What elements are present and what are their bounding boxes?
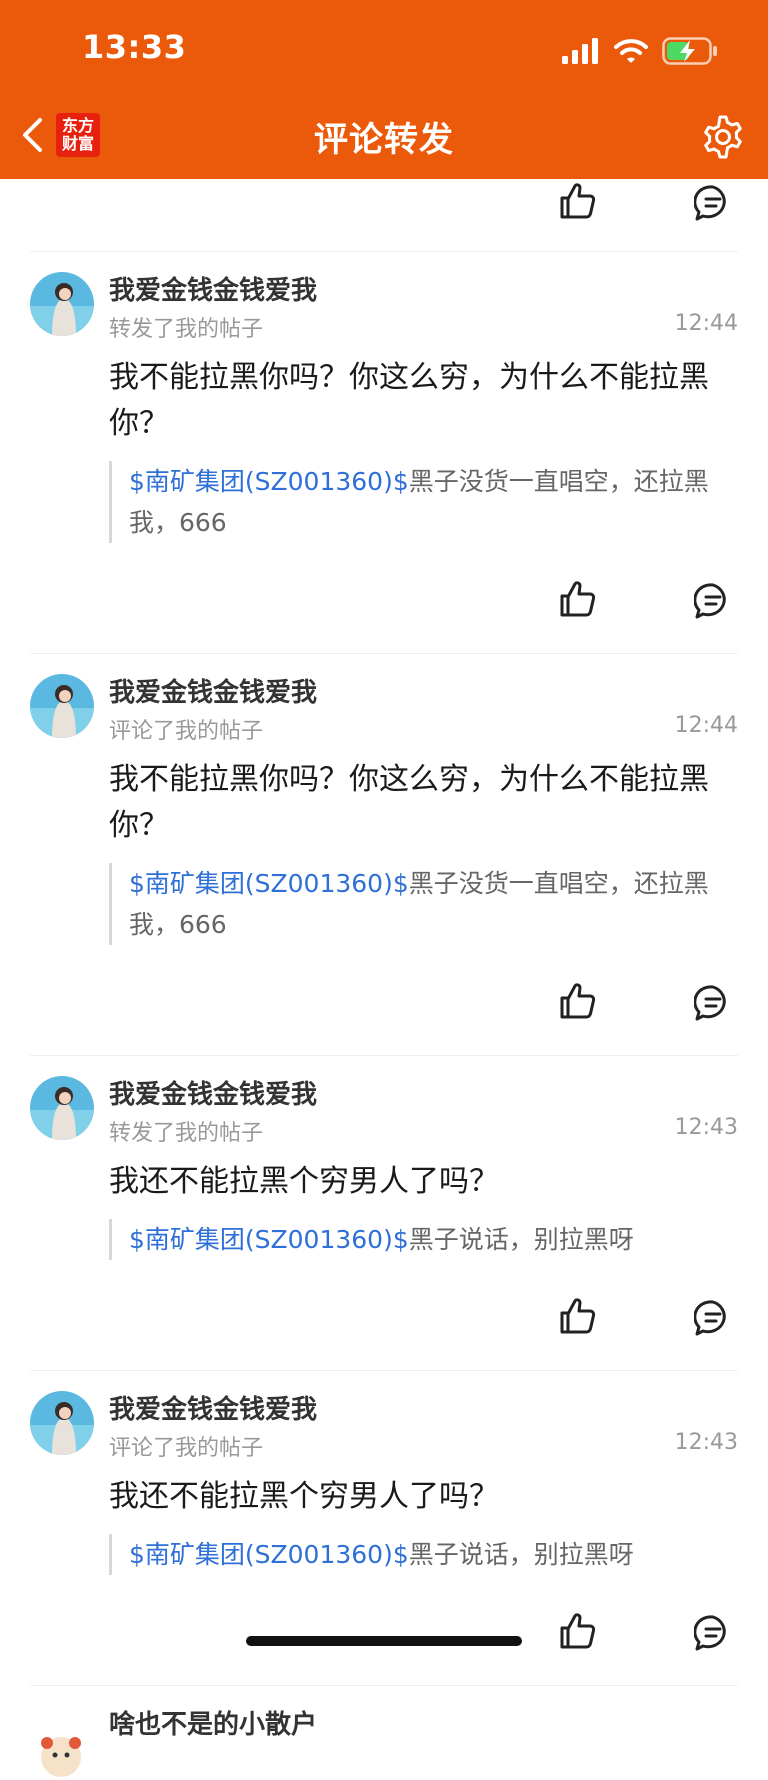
quoted-post[interactable]: $南矿集团(SZ001360)$黑子说话，别拉黑呀 bbox=[109, 1219, 738, 1260]
cellular-signal-icon bbox=[562, 38, 598, 64]
post-time: 12:43 bbox=[674, 1115, 738, 1140]
quoted-post[interactable]: $南矿集团(SZ001360)$黑子没货一直唱空，还拉黑我，666 bbox=[109, 461, 738, 543]
post-time: 12:44 bbox=[674, 713, 738, 738]
battery-charging-icon bbox=[662, 37, 717, 65]
post-time: 12:44 bbox=[674, 311, 738, 336]
list-item[interactable]: 我爱金钱金钱爱我 转发了我的帖子 12:43 我还不能拉黑个穷男人了吗？ $南矿… bbox=[30, 1056, 738, 1371]
avatar[interactable] bbox=[30, 674, 94, 738]
app-header: 13:33 东方 财富 评论转发 bbox=[0, 0, 768, 179]
stock-link[interactable]: $南矿集团(SZ001360)$ bbox=[129, 467, 409, 496]
thumbs-up-icon[interactable] bbox=[558, 1296, 598, 1336]
list-item[interactable]: 我爱金钱金钱爱我 评论了我的帖子 12:44 我不能拉黑你吗？你这么穷，为什么不… bbox=[30, 654, 738, 1056]
thumbs-up-icon[interactable] bbox=[558, 981, 598, 1021]
list-item[interactable]: 啥也不是的小散户 bbox=[30, 1686, 738, 1777]
avatar[interactable] bbox=[30, 1076, 94, 1140]
stock-link[interactable]: $南矿集团(SZ001360)$ bbox=[129, 869, 409, 898]
stock-link[interactable]: $南矿集团(SZ001360)$ bbox=[129, 1225, 409, 1254]
post-actions bbox=[30, 543, 738, 653]
gear-icon[interactable] bbox=[700, 114, 746, 160]
status-time: 13:33 bbox=[82, 28, 187, 66]
post-time: 12:43 bbox=[674, 1430, 738, 1455]
list-item[interactable]: 我爱金钱金钱爱我 转发了我的帖子 12:44 我不能拉黑你吗？你这么穷，为什么不… bbox=[30, 252, 738, 654]
stock-link[interactable]: $南矿集团(SZ001360)$ bbox=[129, 1540, 409, 1569]
action-text: 转发了我的帖子 bbox=[109, 317, 264, 342]
user-name[interactable]: 啥也不是的小散户 bbox=[109, 1704, 317, 1741]
quoted-post[interactable]: $南矿集团(SZ001360)$黑子说话，别拉黑呀 bbox=[109, 1534, 738, 1575]
comment-bubble-icon[interactable] bbox=[694, 1614, 732, 1652]
action-text: 转发了我的帖子 bbox=[109, 1121, 264, 1146]
page-title: 评论转发 bbox=[314, 120, 454, 160]
wifi-icon bbox=[614, 39, 648, 63]
post-content[interactable]: 我还不能拉黑个穷男人了吗？ bbox=[109, 1159, 738, 1205]
post-actions bbox=[30, 1575, 738, 1685]
quote-text: 黑子说话，别拉黑呀 bbox=[408, 1225, 634, 1254]
quote-text: 黑子说话，别拉黑呀 bbox=[408, 1540, 634, 1569]
comment-bubble-icon[interactable] bbox=[694, 984, 732, 1022]
home-indicator bbox=[246, 1636, 522, 1646]
thumbs-up-icon[interactable] bbox=[558, 181, 598, 221]
post-content[interactable]: 我还不能拉黑个穷男人了吗？ bbox=[109, 1474, 738, 1520]
post-actions bbox=[30, 945, 738, 1055]
comment-feed: 我爱金钱金钱爱我 转发了我的帖子 12:44 我不能拉黑你吗？你这么穷，为什么不… bbox=[0, 179, 768, 1777]
action-text: 评论了我的帖子 bbox=[109, 1436, 264, 1461]
quoted-post[interactable]: $南矿集团(SZ001360)$黑子没货一直唱空，还拉黑我，666 bbox=[109, 863, 738, 945]
comment-bubble-icon[interactable] bbox=[694, 582, 732, 620]
action-text: 评论了我的帖子 bbox=[109, 719, 264, 744]
avatar[interactable] bbox=[30, 1391, 94, 1455]
user-name[interactable]: 我爱金钱金钱爱我 bbox=[109, 270, 317, 307]
thumbs-up-icon[interactable] bbox=[558, 579, 598, 619]
user-name[interactable]: 我爱金钱金钱爱我 bbox=[109, 672, 317, 709]
avatar[interactable] bbox=[38, 1734, 84, 1780]
post-actions bbox=[30, 1260, 738, 1370]
status-icons bbox=[562, 34, 718, 68]
post-actions bbox=[30, 179, 738, 252]
user-name[interactable]: 我爱金钱金钱爱我 bbox=[109, 1074, 317, 1111]
post-content[interactable]: 我不能拉黑你吗？你这么穷，为什么不能拉黑你？ bbox=[109, 757, 738, 849]
comment-bubble-icon[interactable] bbox=[694, 1299, 732, 1337]
avatar[interactable] bbox=[30, 272, 94, 336]
user-name[interactable]: 我爱金钱金钱爱我 bbox=[109, 1389, 317, 1426]
post-content[interactable]: 我不能拉黑你吗？你这么穷，为什么不能拉黑你？ bbox=[109, 355, 738, 447]
comment-bubble-icon[interactable] bbox=[694, 184, 732, 222]
thumbs-up-icon[interactable] bbox=[558, 1611, 598, 1651]
